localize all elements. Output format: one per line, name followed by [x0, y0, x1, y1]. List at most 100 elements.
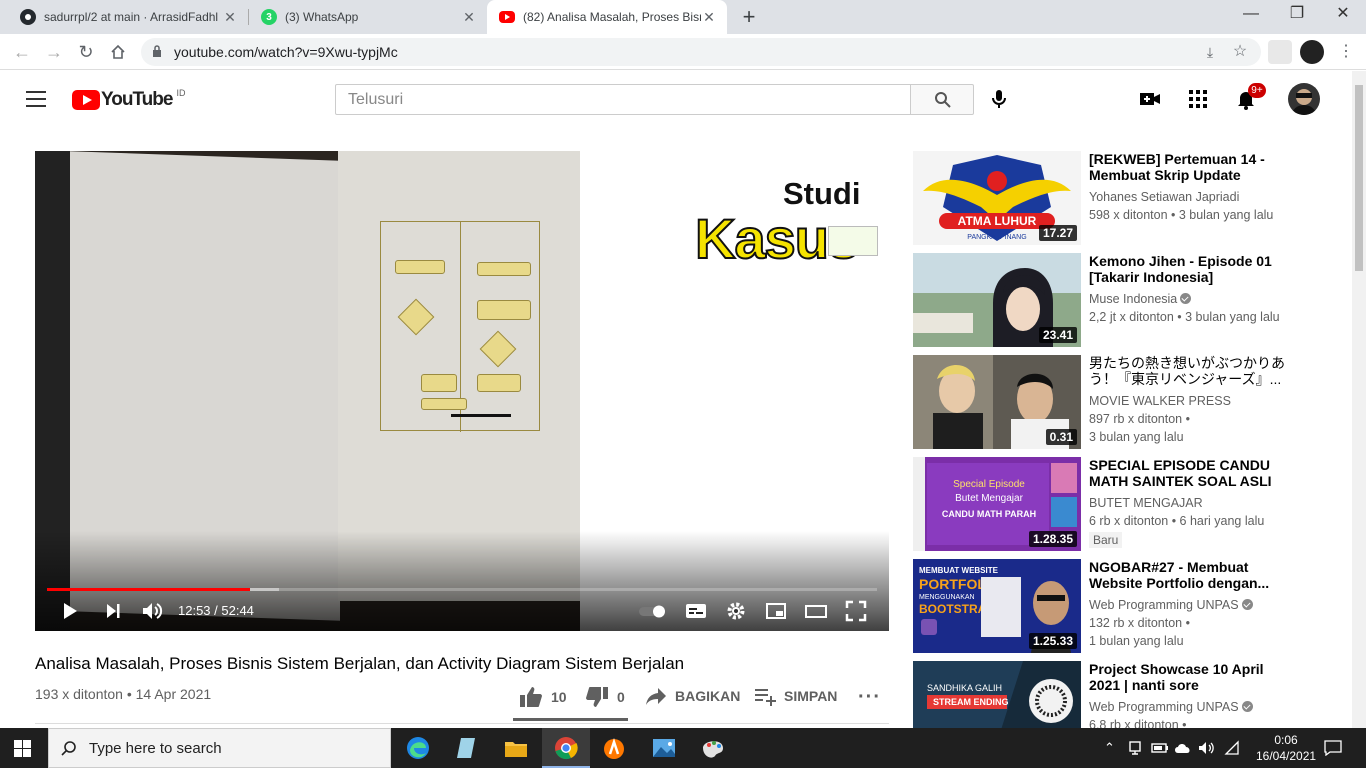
search-input[interactable]: Telusuri [335, 84, 911, 115]
install-icon[interactable]: ⤓ [1199, 41, 1221, 63]
recommendation-item[interactable]: MEMBUAT WEBSITE PORTFOLIO MENGGUNAKAN BO… [913, 559, 1313, 653]
create-video-icon[interactable] [1138, 87, 1162, 111]
duration-badge: 17.27 [1038, 225, 1077, 241]
recommendation-title[interactable]: [REKWEB] Pertemuan 14 - Membuat Skrip Up… [1089, 151, 1295, 183]
dislike-button[interactable]: 0 [585, 686, 625, 708]
channel-line[interactable]: Web Programming UNPAS [1089, 596, 1295, 614]
address-bar[interactable]: youtube.com/watch?v=9Xwu-typjMc ⤓ ☆ [141, 38, 1261, 66]
duration-badge: 23.41 [1038, 327, 1077, 343]
tab-whatsapp[interactable]: 3 (3) WhatsApp ✕ [249, 0, 487, 34]
lock-icon [153, 45, 161, 57]
video-thumbnail[interactable]: ATMA LUHUR PANGKALPINANG 17.27 [913, 151, 1081, 245]
play-icon[interactable] [59, 600, 81, 622]
more-actions-icon[interactable]: ··· [858, 686, 881, 709]
windows-taskbar: Type here to search ⌃ 0:06 16/04/2021 [0, 728, 1366, 768]
taskbar-search-box[interactable]: Type here to search [48, 728, 391, 768]
tab-title: (82) Analisa Masalah, Proses Bisnis [523, 10, 701, 24]
channel-name[interactable]: MOVIE WALKER PRESS [1089, 392, 1295, 410]
notes-app-icon[interactable] [453, 734, 481, 762]
info-divider [35, 723, 889, 724]
youtube-logo[interactable]: YouTube ID [72, 88, 185, 111]
share-button[interactable]: BAGIKAN [645, 686, 740, 706]
back-icon[interactable]: ← [10, 40, 34, 64]
menu-icon[interactable] [26, 91, 46, 107]
paint-app-icon[interactable] [699, 734, 727, 762]
duration-badge: 1.28.35 [1028, 531, 1077, 547]
recommendation-title[interactable]: SPECIAL EPISODE CANDU MATH SAINTEK SOAL … [1089, 457, 1295, 489]
channel-line[interactable]: Web Programming UNPAS [1089, 698, 1295, 716]
share-label: BAGIKAN [675, 688, 741, 704]
media-control-icon[interactable] [1268, 40, 1292, 64]
recommendation-item[interactable]: 23.41 Kemono Jihen - Episode 01 [Takarir… [913, 253, 1313, 347]
maximize-button[interactable]: ❐ [1274, 0, 1320, 30]
save-label: SIMPAN [784, 688, 838, 704]
video-progress-bar[interactable] [47, 588, 877, 591]
video-thumbnail[interactable]: Special Episode Butet Mengajar CANDU MAT… [913, 457, 1081, 551]
close-tab-icon[interactable]: ✕ [701, 9, 717, 26]
miniplayer-icon[interactable] [765, 600, 787, 622]
channel-name[interactable]: Yohanes Setiawan Japriadi [1089, 188, 1295, 206]
new-tab-button[interactable]: + [736, 4, 762, 30]
file-explorer-icon[interactable] [502, 734, 530, 762]
taskbar-clock[interactable]: 0:06 16/04/2021 [1256, 732, 1316, 764]
avast-icon[interactable] [600, 734, 628, 762]
edge-browser-icon[interactable] [404, 734, 432, 762]
video-thumbnail[interactable]: MEMBUAT WEBSITE PORTFOLIO MENGGUNAKAN BO… [913, 559, 1081, 653]
recommendation-item[interactable]: ATMA LUHUR PANGKALPINANG 17.27 [REKWEB] … [913, 151, 1313, 245]
recommendation-title[interactable]: Kemono Jihen - Episode 01 [Takarir Indon… [1089, 253, 1295, 285]
volume-tray-icon[interactable] [1198, 740, 1216, 756]
autoplay-toggle-icon[interactable] [637, 600, 667, 622]
search-button[interactable] [910, 84, 974, 115]
reload-icon[interactable]: ↻ [74, 40, 98, 64]
recommendation-item[interactable]: Special Episode Butet Mengajar CANDU MAT… [913, 457, 1313, 551]
notifications-center-icon[interactable] [1324, 740, 1342, 756]
minimize-button[interactable]: — [1228, 0, 1274, 30]
svg-text:MENGGUNAKAN: MENGGUNAKAN [919, 594, 975, 601]
forward-icon[interactable]: → [42, 40, 66, 64]
microphone-icon[interactable] [987, 87, 1011, 111]
channel-name[interactable]: BUTET MENGAJAR [1089, 494, 1295, 512]
logo-text: YouTube [101, 89, 173, 110]
theater-mode-icon[interactable] [805, 600, 827, 622]
chrome-menu-icon[interactable]: ⋮ [1334, 40, 1358, 64]
close-window-button[interactable]: ✕ [1320, 0, 1366, 30]
device-icon[interactable] [1127, 740, 1143, 756]
profile-avatar[interactable] [1300, 40, 1324, 64]
onedrive-cloud-icon[interactable] [1174, 740, 1192, 756]
video-player[interactable]: Studi Kasus 12:53 / 52:44 [35, 151, 889, 631]
apps-grid-icon[interactable] [1186, 87, 1210, 111]
chrome-taskbar-button[interactable] [542, 728, 590, 768]
network-icon[interactable] [1224, 740, 1240, 756]
tab-youtube[interactable]: (82) Analisa Masalah, Proses Bisnis ✕ [487, 0, 727, 34]
windows-start-icon[interactable] [14, 740, 31, 757]
duration-badge: 0.31 [1045, 429, 1077, 445]
battery-icon[interactable] [1151, 740, 1169, 756]
like-button[interactable]: 10 [519, 686, 567, 708]
close-tab-icon[interactable]: ✕ [461, 9, 477, 26]
show-hidden-icons[interactable]: ⌃ [1104, 740, 1115, 756]
volume-icon[interactable] [141, 600, 163, 622]
bookmark-star-icon[interactable]: ☆ [1229, 41, 1251, 63]
next-video-icon[interactable] [102, 600, 124, 622]
recommendation-item[interactable]: 0.31 男たちの熱き想いがぶつかりあう！『東京リベンジャーズ』... MOVI… [913, 355, 1313, 449]
svg-text:SANDHIKA GALIH: SANDHIKA GALIH [927, 683, 1002, 693]
svg-text:Special Episode: Special Episode [953, 479, 1025, 490]
channel-line[interactable]: Muse Indonesia [1089, 290, 1295, 308]
page-scrollbar[interactable] [1352, 71, 1366, 728]
tab-github[interactable]: sadurrpl/2 at main · ArrasidFadhl ✕ [8, 0, 248, 34]
save-button[interactable]: SIMPAN [754, 686, 837, 706]
home-icon[interactable] [106, 40, 130, 64]
video-thumbnail[interactable]: 0.31 [913, 355, 1081, 449]
recommendation-title[interactable]: Project Showcase 10 April 2021 | nanti s… [1089, 661, 1295, 693]
video-thumbnail[interactable]: 23.41 [913, 253, 1081, 347]
fullscreen-icon[interactable] [845, 600, 867, 622]
scrollbar-thumb[interactable] [1355, 85, 1363, 271]
subtitles-icon[interactable] [685, 600, 707, 622]
close-tab-icon[interactable]: ✕ [222, 9, 238, 26]
settings-gear-icon[interactable] [725, 600, 747, 622]
user-avatar[interactable] [1288, 83, 1320, 115]
youtube-play-logo-icon [72, 90, 100, 110]
photos-app-icon[interactable] [650, 734, 678, 762]
recommendation-title[interactable]: NGOBAR#27 - Membuat Website Portfolio de… [1089, 559, 1295, 591]
recommendation-title[interactable]: 男たちの熱き想いがぶつかりあう！『東京リベンジャーズ』... [1089, 355, 1295, 387]
